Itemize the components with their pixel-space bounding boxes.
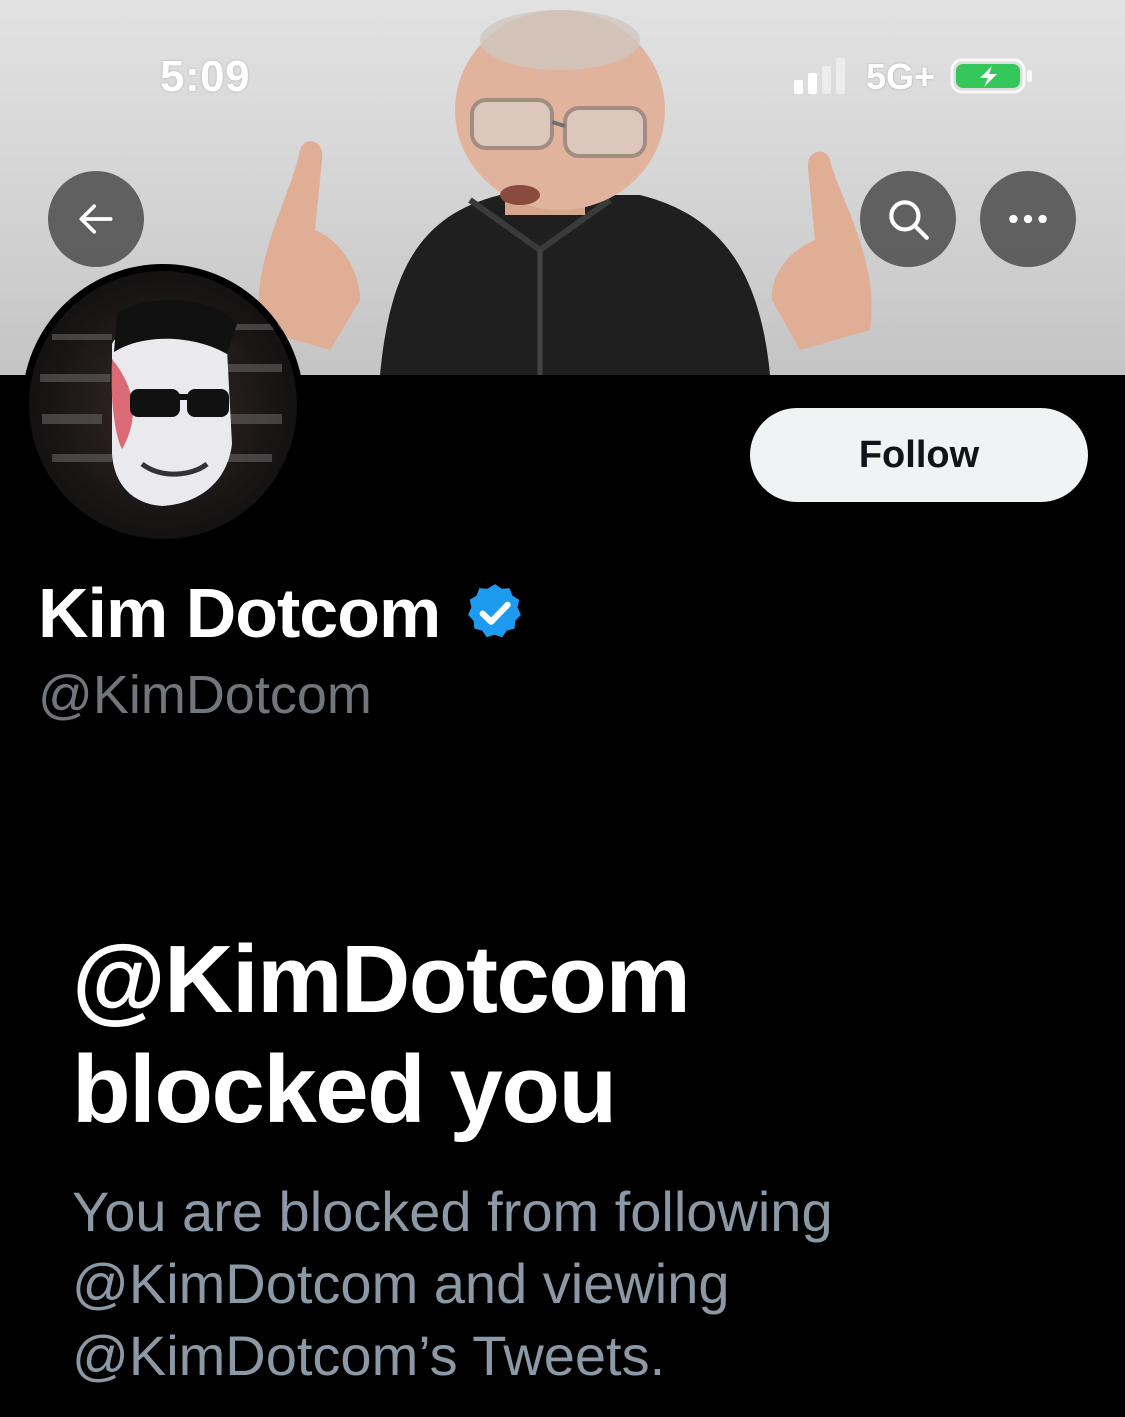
profile-name-row: Kim Dotcom (38, 572, 528, 654)
back-button[interactable] (48, 171, 144, 267)
more-options-button[interactable] (980, 171, 1076, 267)
blocked-title-line: blocked you (72, 1036, 617, 1143)
signal-strength-icon (794, 58, 845, 94)
arrow-left-icon (79, 204, 113, 234)
blocked-description-line: @KimDotcom’s Tweets. (72, 1324, 666, 1387)
search-icon (889, 200, 929, 240)
avatar-image (23, 265, 303, 545)
search-button[interactable] (860, 171, 956, 267)
follow-button[interactable]: Follow (750, 408, 1088, 502)
status-time: 5:09 (160, 52, 251, 101)
blocked-description-line: @KimDotcom and viewing (72, 1252, 730, 1315)
profile-avatar[interactable] (22, 264, 304, 546)
blocked-title-line: @KimDotcom (72, 926, 691, 1033)
network-type: 5G+ (866, 56, 936, 97)
blocked-description: You are blocked from following @KimDotco… (72, 1176, 1072, 1392)
blocked-description-line: You are blocked from following (72, 1180, 833, 1243)
battery-charging-icon (950, 58, 1032, 94)
display-name: Kim Dotcom (38, 574, 441, 652)
profile-handle: @KimDotcom (38, 665, 372, 725)
blocked-title: @KimDotcom blocked you (72, 925, 1032, 1145)
more-horizontal-icon (1009, 214, 1047, 224)
verified-badge-icon[interactable] (462, 580, 528, 646)
